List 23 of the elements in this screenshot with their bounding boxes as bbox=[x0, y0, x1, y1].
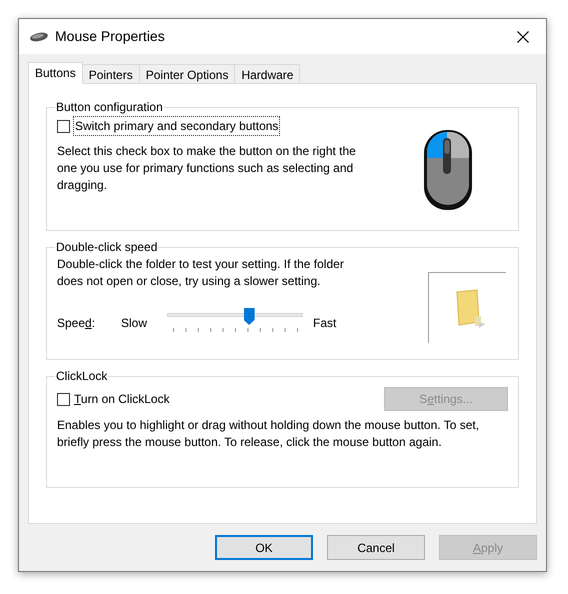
speed-label: Speed: bbox=[57, 315, 96, 332]
checkbox[interactable] bbox=[57, 120, 70, 132]
mouse-icon bbox=[29, 32, 49, 42]
tab[interactable]: Hardware bbox=[234, 64, 300, 84]
fast-label: Fast bbox=[313, 315, 336, 332]
tab[interactable]: Pointer Options bbox=[138, 64, 236, 84]
dialog-button[interactable]: OK bbox=[215, 535, 313, 560]
checkbox-label[interactable]: Turn on ClickLock bbox=[74, 390, 170, 408]
close-icon bbox=[517, 30, 529, 42]
group-title: ClickLock bbox=[55, 368, 108, 385]
checkbox[interactable] bbox=[57, 392, 70, 406]
description-text: Select this check box to make the button on the right the one you use for primary functions such as selecting and dragging. bbox=[57, 143, 357, 194]
slow-label: Slow bbox=[121, 315, 148, 332]
window-title: Mouse Properties bbox=[55, 27, 165, 46]
checkbox-label[interactable]: Switch primary and secondary buttons bbox=[74, 117, 280, 135]
test-area[interactable] bbox=[428, 272, 506, 343]
group-title: Double-click speed bbox=[55, 239, 158, 256]
slider-thumb[interactable] bbox=[244, 308, 255, 325]
group-title: Button configuration bbox=[55, 99, 164, 116]
description-text: Enables you to highlight or drag without holding down the mouse button. To set, briefly press the mouse button. To release, click the mouse button again. bbox=[57, 417, 480, 451]
dialog-button[interactable]: Cancel bbox=[327, 535, 425, 560]
tab[interactable]: Buttons bbox=[28, 62, 83, 84]
description-text: Double-click the folder to test your setting. If the folder does not open or close, try using a slower setting. bbox=[57, 256, 345, 290]
